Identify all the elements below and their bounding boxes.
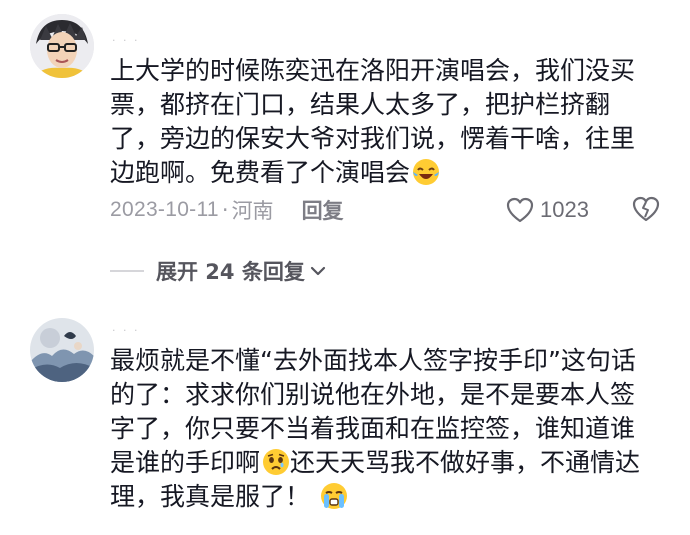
user-avatar-icon — [30, 14, 94, 78]
laughing-tears-emoji-icon — [412, 158, 440, 186]
broken-heart-icon — [632, 196, 660, 222]
dislike-button[interactable] — [632, 196, 660, 226]
expand-replies-button[interactable]: 展开 24 条回复 — [110, 256, 327, 286]
like-button[interactable]: 1023 — [506, 194, 589, 226]
comment-location: 河南 — [231, 199, 274, 223]
avatar[interactable] — [30, 14, 94, 78]
worried-emoji-icon — [262, 448, 290, 476]
heart-icon — [506, 197, 534, 223]
expand-replies-label: 展开 24 条回复 — [156, 260, 305, 284]
reply-button[interactable]: 回复 — [302, 195, 344, 225]
comment-date: 2023-10-11 — [110, 198, 219, 221]
avatar[interactable] — [30, 318, 94, 382]
comment-2: · · · 最烦就是不懂“去外面找本人签字按手印”这句话的了：求求你们别说他在外… — [0, 300, 690, 535]
like-count: 1023 — [540, 197, 589, 222]
comment-1: · · · 上大学的时候陈奕迅在洛阳开演唱会，我们没买票，都挤在门口，结果人太多… — [0, 0, 690, 300]
username[interactable]: · · · — [112, 34, 139, 47]
comment-meta: 2023-10-11 · 河南 回复 — [110, 194, 344, 226]
comment-text-content: 上大学的时候陈奕迅在洛阳开演唱会，我们没买票，都挤在门口，结果人太多了，把护栏挤… — [110, 56, 636, 187]
crying-emoji-icon — [320, 482, 348, 510]
landscape-avatar-icon — [30, 318, 94, 382]
comment-text: 最烦就是不懂“去外面找本人签字按手印”这句话的了：求求你们别说他在外地，是不是要… — [110, 344, 650, 524]
comment-text: 上大学的时候陈奕迅在洛阳开演唱会，我们没买票，都挤在门口，结果人太多了，把护栏挤… — [110, 54, 650, 194]
username[interactable]: · · · — [112, 324, 139, 337]
chevron-down-icon — [310, 266, 325, 276]
divider-line — [110, 270, 144, 272]
meta-separator: · — [221, 198, 229, 222]
